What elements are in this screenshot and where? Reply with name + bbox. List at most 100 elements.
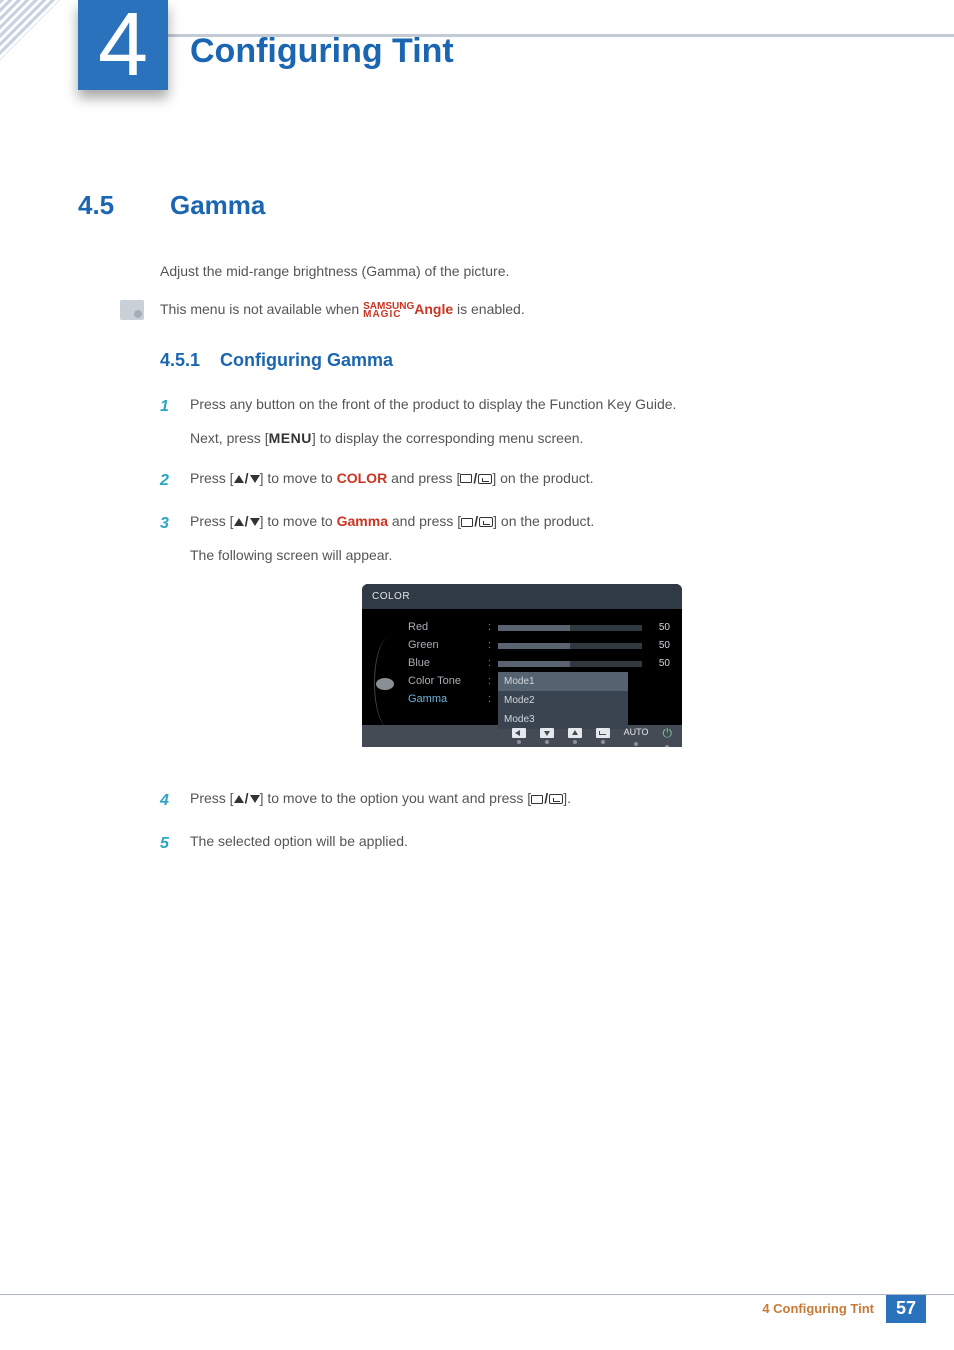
triangle-up-icon: [234, 795, 244, 803]
s2-mid2: and press [: [387, 470, 460, 486]
osd-label-colortone: Color Tone: [408, 672, 482, 691]
step-number: 5: [160, 830, 174, 857]
source-icon: [461, 518, 473, 527]
osd-row-red: Red: 50: [408, 619, 670, 637]
note-prefix: This menu is not available when: [160, 301, 363, 317]
osd-enter-icon[interactable]: [596, 728, 610, 738]
subsection-title: Configuring Gamma: [220, 350, 393, 371]
s2-pre: Press [: [190, 470, 234, 486]
corner-decoration: [0, 0, 60, 60]
step1b-suffix: ] to display the corresponding menu scre…: [312, 430, 584, 446]
gamma-keyword: Gamma: [337, 513, 388, 529]
samsung-magic-logo: SAMSUNGMAGIC: [363, 303, 414, 319]
osd-option-mode3[interactable]: Mode3: [498, 710, 628, 729]
step-2-text: Press [/] to move to COLOR and press [/]…: [190, 467, 876, 494]
enter-icon: [479, 517, 493, 527]
step-number: 1: [160, 393, 174, 451]
source-enter-glyph: /: [460, 467, 492, 491]
footer-chapter-label: 4 Configuring Tint: [762, 1301, 874, 1316]
source-icon: [460, 474, 472, 483]
samsung-magic-bottom: MAGIC: [363, 309, 401, 320]
s2-mid1: ] to move to: [260, 470, 337, 486]
menu-keyword: MENU: [269, 430, 312, 446]
step-3: 3 Press [/] to move to Gamma and press […: [160, 510, 876, 771]
osd-option-mode2[interactable]: Mode2: [498, 691, 628, 710]
step-5: 5 The selected option will be applied.: [160, 830, 876, 857]
osd-label-gamma: Gamma: [408, 690, 482, 709]
source-enter-glyph: /: [461, 510, 493, 534]
osd-value-red: 50: [648, 619, 670, 636]
step-3-line-a: Press [/] to move to Gamma and press [/]…: [190, 510, 876, 534]
step-1-line-b: Next, press [MENU] to display the corres…: [190, 427, 876, 451]
step1b-prefix: Next, press [: [190, 430, 269, 446]
osd-slider-red[interactable]: [498, 625, 642, 631]
osd-row-blue: Blue: 50: [408, 655, 670, 673]
step-number: 4: [160, 787, 174, 814]
step-3-line-b: The following screen will appear.: [190, 544, 876, 568]
note-text: This menu is not available when SAMSUNGM…: [160, 301, 525, 318]
step-number: 3: [160, 510, 174, 771]
note-callout: This menu is not available when SAMSUNGM…: [120, 300, 876, 320]
osd-label-blue: Blue: [408, 654, 482, 673]
osd-power-icon[interactable]: ⏻: [663, 723, 673, 743]
osd-footer: AUTO ⏻: [362, 725, 682, 747]
osd-auto-label[interactable]: AUTO: [624, 725, 649, 740]
step-number: 2: [160, 467, 174, 494]
step-4: 4 Press [/] to move to the option you wa…: [160, 787, 876, 814]
footer-page-number: 57: [886, 1295, 926, 1323]
source-icon: [531, 795, 543, 804]
osd-row-gamma: Gamma: Mode1 Mode2 Mode3: [408, 691, 670, 709]
osd-value-green: 50: [648, 637, 670, 654]
section-heading: 4.5 Gamma: [78, 190, 876, 221]
osd-down-icon[interactable]: [540, 728, 554, 738]
chapter-number-badge: 4: [78, 0, 168, 90]
s3-pre: Press [: [190, 513, 234, 529]
step-1-line-a: Press any button on the front of the pro…: [190, 393, 876, 417]
osd-option-mode1[interactable]: Mode1: [498, 672, 628, 691]
osd-up-icon[interactable]: [568, 728, 582, 738]
step-4-text: Press [/] to move to the option you want…: [190, 787, 876, 814]
chapter-title: Configuring Tint: [190, 32, 454, 71]
section-number: 4.5: [78, 190, 138, 221]
section-title: Gamma: [170, 190, 265, 221]
enter-icon: [478, 474, 492, 484]
osd-slider-blue[interactable]: [498, 661, 642, 667]
step-5-text: The selected option will be applied.: [190, 830, 876, 857]
note-suffix: is enabled.: [453, 301, 525, 317]
osd-slider-green[interactable]: [498, 643, 642, 649]
s3-post: ] on the product.: [493, 513, 594, 529]
enter-icon: [549, 794, 563, 804]
s4-pre: Press [: [190, 790, 234, 806]
color-keyword: COLOR: [337, 470, 388, 486]
note-icon: [120, 300, 144, 320]
content-area: 4.5 Gamma Adjust the mid-range brightnes…: [78, 190, 876, 873]
step-list: 1 Press any button on the front of the p…: [160, 393, 876, 857]
subsection-heading: 4.5.1 Configuring Gamma: [160, 350, 876, 371]
osd-row-green: Green: 50: [408, 637, 670, 655]
osd-label-green: Green: [408, 636, 482, 655]
step-2: 2 Press [/] to move to COLOR and press […: [160, 467, 876, 494]
angle-keyword: Angle: [414, 301, 453, 317]
step-1: 1 Press any button on the front of the p…: [160, 393, 876, 451]
palette-icon: [376, 678, 394, 690]
triangle-up-icon: [234, 475, 244, 483]
s4-mid: ] to move to the option you want and pre…: [260, 790, 532, 806]
triangle-down-icon: [250, 795, 260, 803]
osd-value-blue: 50: [648, 655, 670, 672]
up-down-glyph: /: [234, 467, 260, 491]
osd-title: COLOR: [362, 584, 682, 609]
source-enter-glyph: /: [531, 787, 563, 811]
triangle-down-icon: [250, 475, 260, 483]
s3-mid2: and press [: [388, 513, 461, 529]
triangle-up-icon: [234, 518, 244, 526]
s2-post: ] on the product.: [492, 470, 593, 486]
up-down-glyph: /: [234, 787, 260, 811]
up-down-glyph: /: [234, 510, 260, 534]
subsection-number: 4.5.1: [160, 350, 200, 371]
osd-back-icon[interactable]: [512, 728, 526, 738]
osd-gamma-dropdown[interactable]: Mode1 Mode2 Mode3: [498, 672, 628, 729]
osd-label-red: Red: [408, 618, 482, 637]
osd-screenshot: COLOR Red: 50: [362, 584, 682, 747]
s4-post: ].: [563, 790, 571, 806]
triangle-down-icon: [250, 518, 260, 526]
